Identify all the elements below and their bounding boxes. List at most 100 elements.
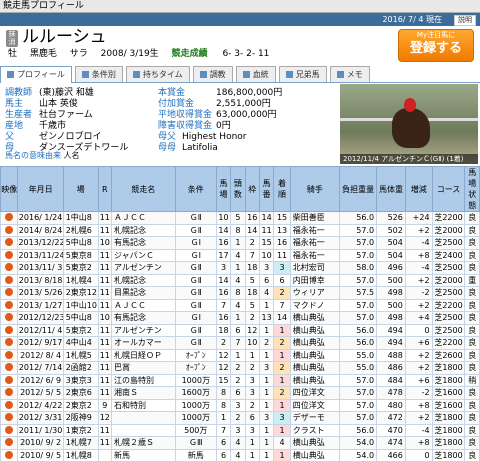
table-cell: 4 xyxy=(230,436,246,450)
table-cell xyxy=(110,411,176,425)
video-cell xyxy=(0,261,19,275)
table-cell: 13 xyxy=(273,223,291,237)
video-play-icon[interactable] xyxy=(5,338,14,347)
table-row[interactable]: 2012/ 6/ 9 3東京3 11 江の島特別 1000万 15 2 3 1 1 横山典弘 57.0… xyxy=(0,373,480,387)
table-row[interactable]: 2012/ 9/17 4中山4 11 オールカマー ＧⅡ 2 7 10 2 2 横山典弘 56.0 49… xyxy=(0,336,480,350)
table-cell: 芝1800 xyxy=(431,436,466,450)
video-play-icon[interactable] xyxy=(5,438,14,447)
table-row[interactable]: 2012/ 7/14 2函館2 11 巴賞 ｵｰﾌﾟﾝ 12 2 2 3 2 横山典弘 55.0 486… xyxy=(0,361,480,375)
video-play-icon[interactable] xyxy=(5,363,14,372)
video-play-icon[interactable] xyxy=(5,325,14,334)
video-cell xyxy=(0,236,19,250)
video-play-icon[interactable] xyxy=(5,313,14,322)
table-cell: 3 xyxy=(244,373,260,387)
video-play-icon[interactable] xyxy=(5,388,14,397)
video-play-icon[interactable] xyxy=(5,250,14,259)
tab-siblings[interactable]: 兄弟馬 xyxy=(278,66,327,82)
table-cell: ＧⅢ xyxy=(174,436,217,450)
table-cell: 芝2400 xyxy=(431,248,466,262)
tab-profile[interactable]: プロフィール xyxy=(0,66,72,83)
table-cell: 2東京2 xyxy=(62,398,99,412)
table-cell: 1 xyxy=(273,323,291,337)
video-play-icon[interactable] xyxy=(5,263,14,272)
register-favorite-button[interactable]: My注目馬に 登録する xyxy=(398,29,474,62)
video-play-icon[interactable] xyxy=(5,300,14,309)
video-play-icon[interactable] xyxy=(5,375,14,384)
table-cell: 7 xyxy=(215,423,232,437)
table-row[interactable]: 2016/ 1/24 1中山8 11 ＡＪＣＣ ＧⅡ 10 5 16 14 15 柴田善臣 56.0 5… xyxy=(0,211,480,225)
table-row[interactable]: 2010/ 9/ 2 1札幌7 11 札幌２歳Ｓ ＧⅢ 6 4 1 1 4 横山典弘 54.0 474 +… xyxy=(0,436,480,450)
video-play-icon[interactable] xyxy=(5,238,14,247)
table-row[interactable]: 2013/11/ 3 5東京2 11 アルゼンチン ＧⅡ 3 1 18 3 3 北村宏司 58.0 49… xyxy=(0,261,480,275)
table-cell: 3 xyxy=(230,398,246,412)
video-play-icon[interactable] xyxy=(5,425,14,434)
table-cell: 柴田善臣 xyxy=(289,211,341,225)
table-cell: 横山典弘 xyxy=(289,348,341,362)
video-play-icon[interactable] xyxy=(5,213,14,222)
table-cell: 有馬記念 xyxy=(110,236,176,250)
video-play-icon[interactable] xyxy=(5,450,14,459)
video-play-icon[interactable] xyxy=(5,288,14,297)
table-cell: 2東京6 xyxy=(62,386,99,400)
table-cell: 5 xyxy=(230,211,246,225)
video-play-icon[interactable] xyxy=(5,225,14,234)
table-cell: 芝1600 xyxy=(431,386,466,400)
table-cell: 11 xyxy=(258,223,275,237)
table-body: 2016/ 1/24 1中山8 11 ＡＪＣＣ ＧⅡ 10 5 16 14 15 柴田善臣 56.0 5… xyxy=(0,211,480,462)
table-cell: 10 xyxy=(258,248,275,262)
table-cell: 11 xyxy=(97,273,112,287)
table-cell: 504 xyxy=(376,236,406,250)
table-cell: 55.0 xyxy=(339,361,378,375)
table-cell: 5 xyxy=(244,298,260,312)
table-row[interactable]: 2013/11/24 5東京8 11 ジャパンＣ ＧⅠ 17 4 7 10 11 福永祐一 57.0 5… xyxy=(0,248,480,262)
video-play-icon[interactable] xyxy=(5,413,14,422)
video-play-icon[interactable] xyxy=(5,400,14,409)
table-cell: 湘南Ｓ xyxy=(110,386,176,400)
table-cell: 1 xyxy=(258,386,275,400)
table-cell: 良 xyxy=(464,336,480,350)
table-cell: 2013/12/22 xyxy=(17,236,64,250)
table-row[interactable]: 2012/ 8/ 4 1札幌5 11 札幌日経ＯＰ ｵｰﾌﾟﾝ 12 1 1 1 1 横山典弘 55.… xyxy=(0,348,480,362)
table-cell: 11 xyxy=(97,361,112,375)
video-play-icon[interactable] xyxy=(5,350,14,359)
table-row[interactable]: 2013/ 1/27 1中山10 11 ＡＪＣＣ ＧⅡ 7 4 5 1 7 マクドノ 57.0 500 +… xyxy=(0,298,480,312)
table-row[interactable]: 2012/12/23 5中山8 10 有馬記念 ＧⅠ 16 1 2 13 14 横山典弘 57.0 49… xyxy=(0,311,480,325)
table-cell: 芝2200 xyxy=(431,336,466,350)
help-button[interactable]: 説明 xyxy=(454,15,476,26)
origin: 千歳市 xyxy=(39,121,67,131)
video-play-icon[interactable] xyxy=(5,275,14,284)
table-cell: 芝2500 xyxy=(431,323,466,337)
record-value: 6- 3- 2- 11 xyxy=(222,49,270,59)
video-cell xyxy=(0,386,19,400)
table-cell: 6 xyxy=(258,273,275,287)
table-cell: 2012/ 5/ 5 xyxy=(17,386,64,400)
table-row[interactable]: 2013/ 5/26 2東京12 11 目黒記念 ＧⅡ 16 8 18 4 2 ウィリア 57.5 49… xyxy=(0,286,480,300)
tab-training[interactable]: 調教 xyxy=(192,66,233,82)
table-row[interactable]: 2010/ 9/ 5 1札幌8 新馬 新馬 6 4 1 1 1 横山典弘 54.0 466 0 芝1800… xyxy=(0,448,480,462)
table-row[interactable]: 2012/ 4/22 2東京2 9 石和特別 1000万 8 3 2 1 1 四位洋文 57.0 480… xyxy=(0,398,480,412)
table-row[interactable]: 2012/ 5/ 5 2東京6 11 湘南Ｓ 1600万 8 6 3 1 2 四位洋文 57.0 478… xyxy=(0,386,480,400)
tab-pedigree[interactable]: 血統 xyxy=(235,66,276,82)
dam-dam: Latifolia xyxy=(182,143,218,153)
video-cell xyxy=(0,311,19,325)
table-cell: 2函館2 xyxy=(62,361,99,375)
table-cell: +8 xyxy=(404,398,433,412)
table-cell: アルゼンチン xyxy=(110,261,176,275)
table-row[interactable]: 2014/ 8/24 2札幌6 11 札幌記念 ＧⅡ 14 8 14 11 13 福永祐一 57.0 5… xyxy=(0,223,480,237)
tab-conditions[interactable]: 条件別 xyxy=(74,66,123,82)
table-row[interactable]: 2013/12/22 5中山8 10 有馬記念 ＧⅠ 16 1 2 15 16 福永祐一 57.0 50… xyxy=(0,236,480,250)
table-row[interactable]: 2013/ 8/18 1札幌4 11 札幌記念 ＧⅡ 14 4 5 6 6 内田博幸 57.0 500 +… xyxy=(0,273,480,287)
table-row[interactable]: 2011/ 1/30 1東京2 11 500万 7 3 3 1 1 クラスト 56.0 470 -4 芝1… xyxy=(0,423,480,437)
tab-memo[interactable]: メモ xyxy=(329,66,370,82)
table-cell: 芝1800 xyxy=(431,411,466,425)
table-cell: 494 xyxy=(376,323,406,337)
table-cell: 2012/ 4/22 xyxy=(17,398,64,412)
tab-times[interactable]: 持ちタイム xyxy=(125,66,190,82)
table-cell: 3 xyxy=(273,261,291,275)
video-cell xyxy=(0,223,19,237)
table-row[interactable]: 2012/11/ 4 5東京2 11 アルゼンチン ＧⅡ 18 6 12 1 1 横山典弘 56.0 4… xyxy=(0,323,480,337)
record-label: 競走成績 xyxy=(171,49,208,59)
table-cell: 新馬 xyxy=(174,448,217,462)
horse-info: 牡 黒鹿毛 サラ 2008/ 3/19生 競走成績 6- 3- 2- 11 xyxy=(8,48,279,60)
table-row[interactable]: 2012/ 3/31 2阪神9 12 1000万 1 2 6 3 3 デザーモ 57.0 472 +2 芝… xyxy=(0,411,480,425)
